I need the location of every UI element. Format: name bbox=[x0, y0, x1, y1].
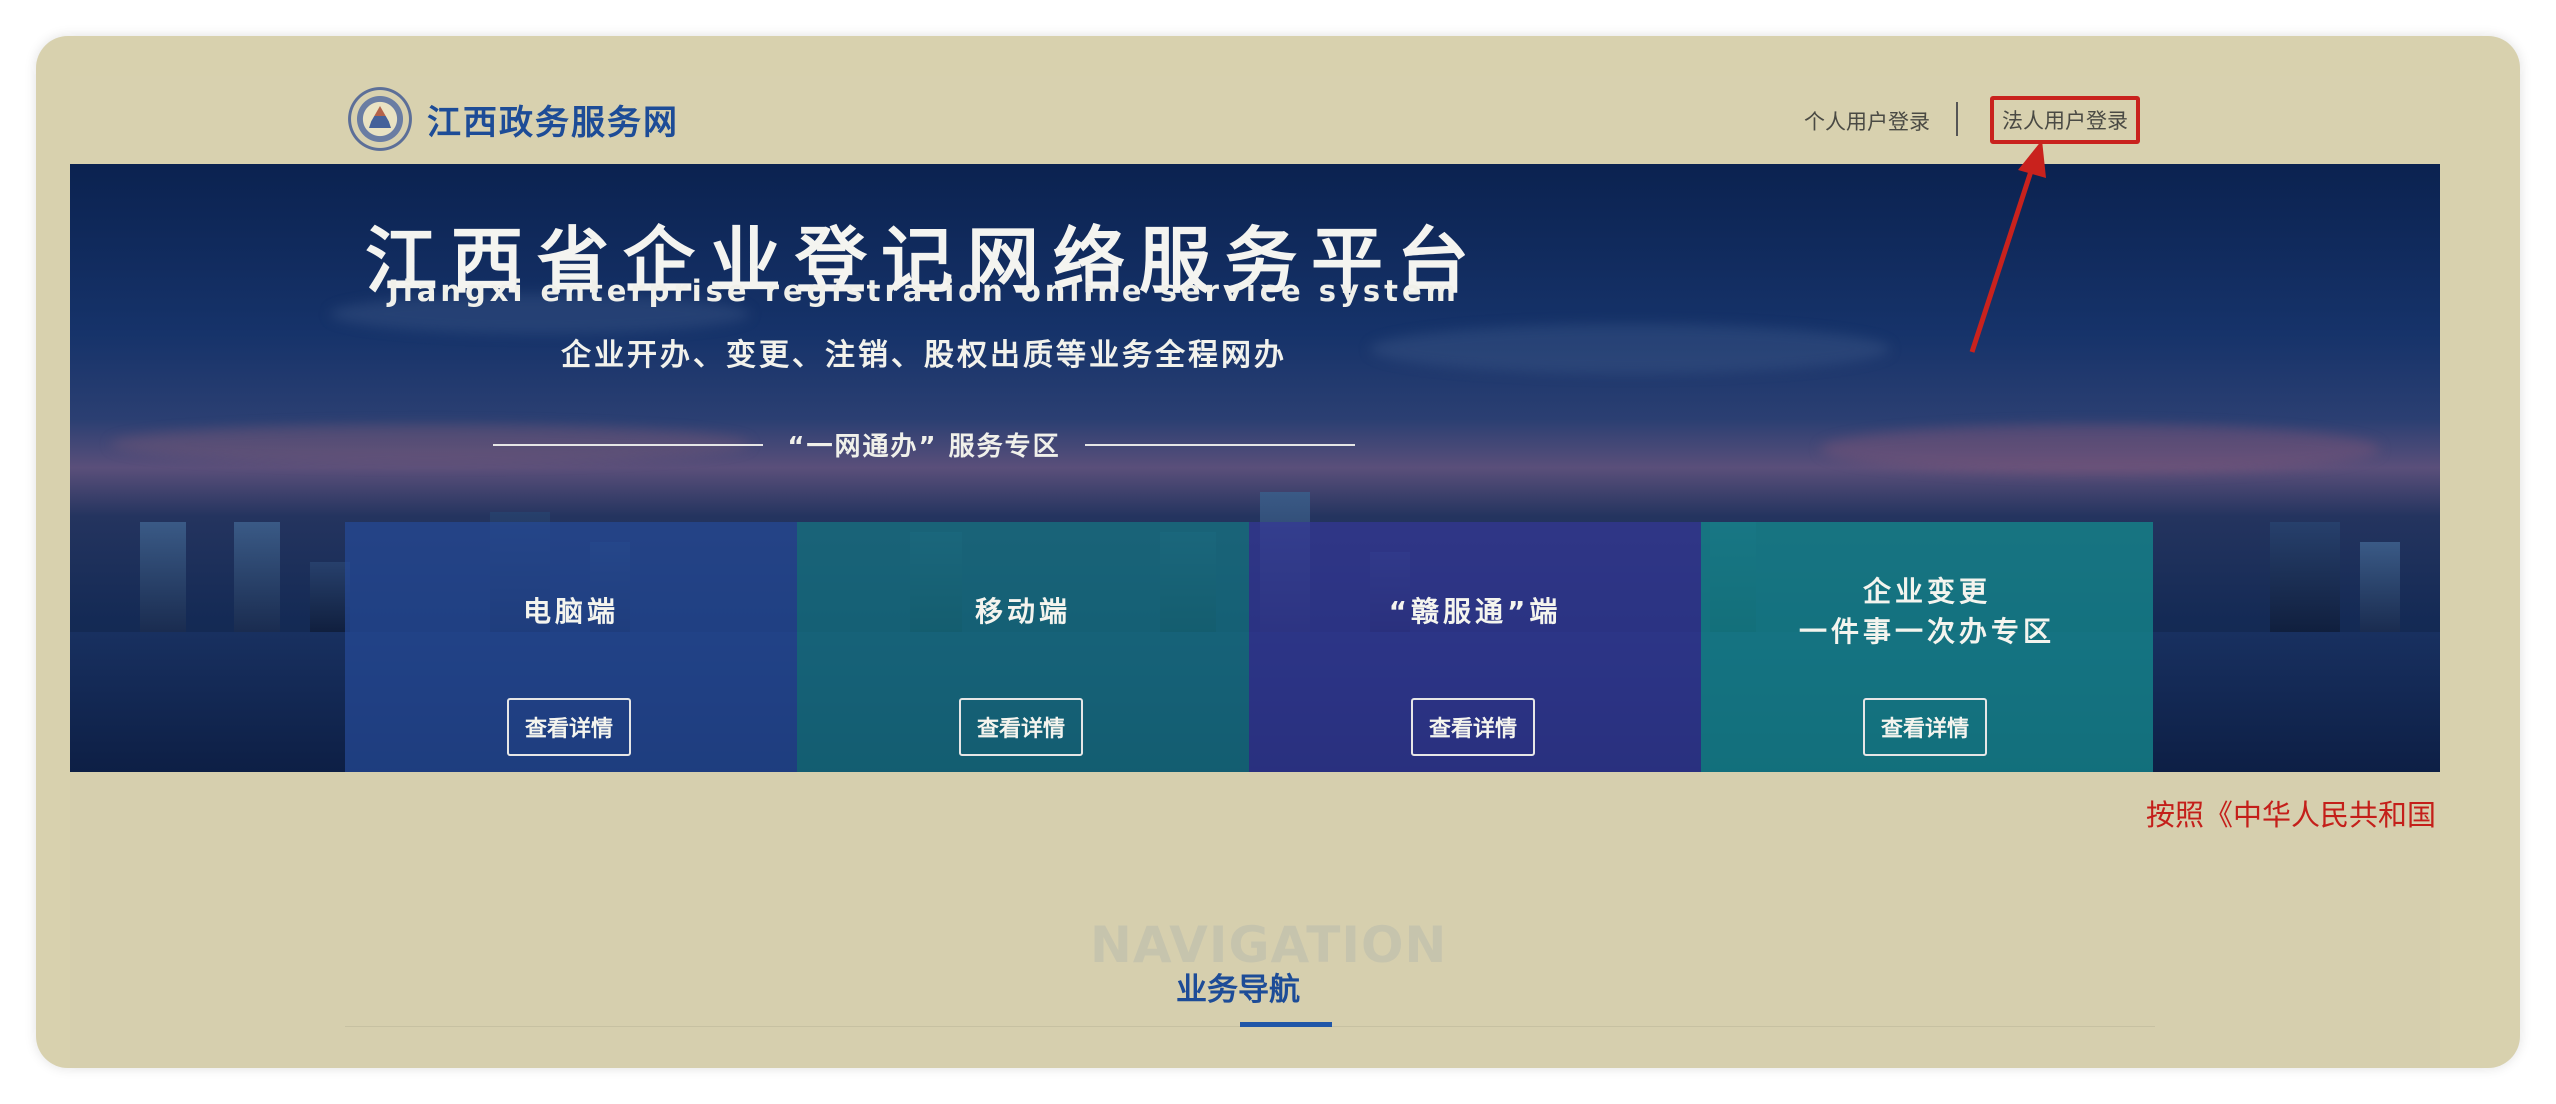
card-ganfutong[interactable]: “赣服通”端 查看详情 bbox=[1249, 522, 1701, 772]
view-details-button[interactable]: 查看详情 bbox=[507, 698, 631, 756]
banner-subtitle-english: Jiangxi enterprise registration online s… bbox=[388, 274, 1460, 308]
personal-login-link[interactable]: 个人用户登录 bbox=[1804, 106, 1930, 136]
heading-line-left bbox=[493, 443, 764, 446]
site-logo[interactable]: 江西政务服务网 bbox=[345, 84, 679, 154]
card-title: 企业变更 一件事一次办专区 bbox=[1701, 522, 2153, 702]
card-enterprise-change[interactable]: 企业变更 一件事一次办专区 查看详情 bbox=[1701, 522, 2153, 772]
banner-tagline: 企业开办、变更、注销、股权出质等业务全程网办 bbox=[561, 338, 1287, 373]
card-title-line1: 企业变更 bbox=[1862, 575, 1991, 608]
emblem-icon bbox=[345, 84, 415, 154]
card-title-line2: 一件事一次办专区 bbox=[1798, 615, 2055, 648]
login-divider bbox=[1956, 102, 1958, 136]
service-zone-label: “一网通办” 服务专区 bbox=[787, 432, 1061, 462]
screenshot-frame: 江西政务服务网 个人用户登录 法人用户登录 江西省企业登记网络服务平台 Jian… bbox=[36, 36, 2520, 1068]
legal-person-login-link[interactable]: 法人用户登录 bbox=[1990, 96, 2140, 144]
card-pc[interactable]: 电脑端 查看详情 bbox=[345, 522, 797, 772]
hero-banner: 江西省企业登记网络服务平台 Jiangxi enterprise registr… bbox=[70, 164, 2440, 772]
card-title: 电脑端 bbox=[522, 595, 619, 628]
card-title: “赣服通”端 bbox=[1388, 595, 1562, 628]
webpage: 江西政务服务网 个人用户登录 法人用户登录 江西省企业登记网络服务平台 Jian… bbox=[70, 76, 2440, 1068]
service-cards: 电脑端 查看详情 移动端 查看详情 “赣服通”端 查看详情 企业变更 一件事一次… bbox=[345, 522, 2153, 772]
view-details-button[interactable]: 查看详情 bbox=[959, 698, 1083, 756]
view-details-button[interactable]: 查看详情 bbox=[1411, 698, 1535, 756]
notice-marquee[interactable]: 按照《中华人民共和国 bbox=[2146, 792, 2436, 834]
view-details-button[interactable]: 查看详情 bbox=[1863, 698, 1987, 756]
card-mobile[interactable]: 移动端 查看详情 bbox=[797, 522, 1249, 772]
heading-line-right bbox=[1084, 443, 1355, 446]
site-header: 江西政务服务网 个人用户登录 法人用户登录 bbox=[70, 76, 2440, 164]
navigation-title: 业务导航 bbox=[1176, 972, 1300, 1008]
card-title: 移动端 bbox=[974, 595, 1071, 628]
navigation-title-underline bbox=[1240, 1022, 1332, 1027]
site-title: 江西政务服务网 bbox=[427, 102, 679, 143]
service-zone-heading: “一网通办” 服务专区 bbox=[70, 426, 1778, 463]
